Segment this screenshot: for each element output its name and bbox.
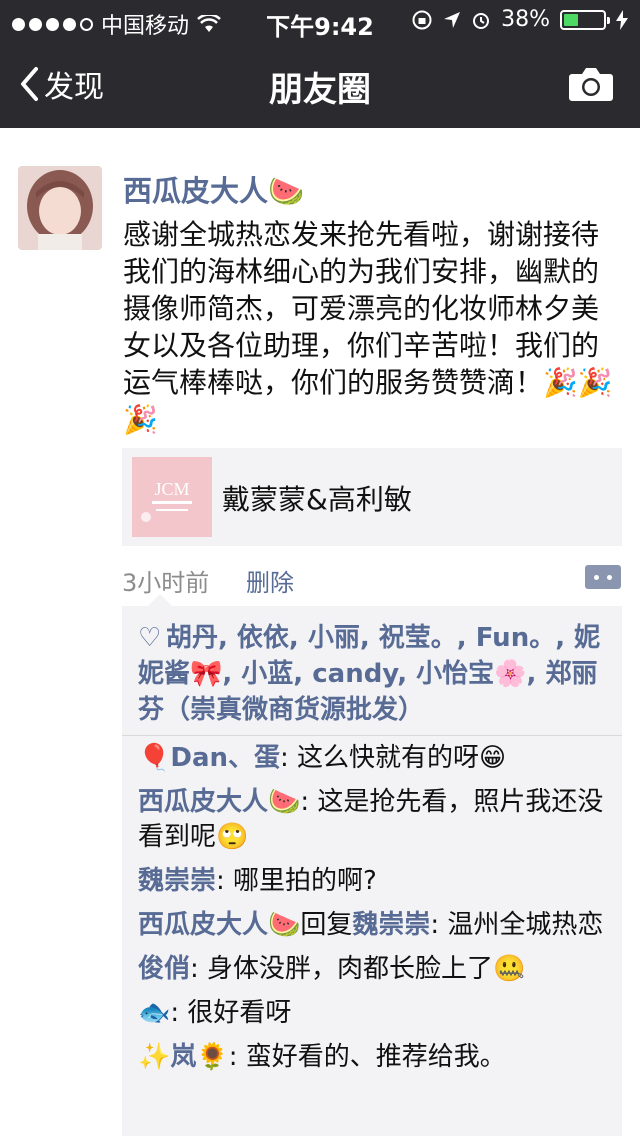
delete-button[interactable]: 删除 bbox=[246, 563, 294, 598]
post-author[interactable]: 西瓜皮大人🍉 bbox=[123, 168, 304, 210]
link-thumbnail: JCM bbox=[132, 457, 212, 537]
comment[interactable]: 🎈Dan、蛋: 这么快就有的呀😁 bbox=[138, 741, 618, 776]
likes-list: ♡ 胡丹, 依依, 小丽, 祝莹。, Fun。, 妮妮酱🎀, 小蓝, candy,… bbox=[138, 620, 622, 728]
divider bbox=[122, 735, 622, 736]
comment[interactable]: ✨岚🌻: 蛮好看的、推荐给我。 bbox=[138, 1040, 618, 1075]
battery-percent: 38% bbox=[501, 7, 550, 32]
comment-author[interactable]: 西瓜皮大人🍉 bbox=[138, 910, 300, 940]
comment-author[interactable]: ✨岚🌻 bbox=[138, 1042, 229, 1072]
comment[interactable]: 俊俏: 身体没胖，肉都长脸上了🤐 bbox=[138, 952, 618, 987]
charging-icon bbox=[616, 9, 628, 30]
comment-author[interactable]: 🎈Dan、蛋 bbox=[138, 743, 280, 773]
comment-text: : 蛮好看的、推荐给我。 bbox=[228, 1042, 506, 1072]
heart-icon: ♡ bbox=[138, 623, 162, 653]
battery-icon bbox=[560, 9, 610, 30]
interaction-panel: ♡ 胡丹, 依依, 小丽, 祝莹。, Fun。, 妮妮酱🎀, 小蓝, candy,… bbox=[122, 594, 622, 1136]
link-logo-icon: JCM bbox=[132, 457, 212, 537]
comment-text: : 这么快就有的呀😁 bbox=[280, 743, 507, 773]
reply-target[interactable]: 魏崇崇 bbox=[352, 910, 430, 940]
comment-author[interactable]: 俊俏 bbox=[138, 954, 190, 984]
likes-names[interactable]: 胡丹, 依依, 小丽, 祝莹。, Fun。, 妮妮酱🎀, 小蓝, candy, … bbox=[138, 623, 600, 725]
post-content: 感谢全城热恋发来抢先看啦，谢谢接待我们的海林细心的为我们安排，幽默的摄像师简杰，… bbox=[123, 218, 613, 436]
comment[interactable]: 西瓜皮大人🍉回复魏崇崇: 温州全城热恋 bbox=[138, 908, 618, 943]
reply-label: 回复 bbox=[300, 910, 353, 940]
comment-author[interactable]: 🐟 bbox=[138, 998, 170, 1028]
comments-list: 🎈Dan、蛋: 这么快就有的呀😁 西瓜皮大人🍉: 这是抢先看，照片我还没看到呢🙄… bbox=[138, 741, 618, 1084]
comment[interactable]: 🐟: 很好看呀 bbox=[138, 996, 618, 1031]
navigation-bar: 发现 朋友圈 bbox=[0, 40, 640, 128]
comment-author[interactable]: 魏崇崇 bbox=[138, 866, 216, 896]
avatar[interactable] bbox=[18, 166, 102, 250]
svg-text:JCM: JCM bbox=[154, 479, 189, 499]
rotation-lock-icon bbox=[412, 10, 432, 29]
camera-icon[interactable] bbox=[568, 66, 614, 102]
page-title: 朋友圈 bbox=[269, 70, 371, 110]
link-card[interactable]: JCM 戴蒙蒙&高利敏 bbox=[122, 448, 622, 546]
comment[interactable]: 西瓜皮大人🍉: 这是抢先看，照片我还没看到呢🙄 bbox=[138, 785, 618, 855]
comment-text: : 温州全城热恋 bbox=[430, 910, 604, 940]
comment-text: : 哪里拍的啊? bbox=[216, 866, 377, 896]
link-title: 戴蒙蒙&高利敏 bbox=[222, 483, 412, 516]
comment-text: : 很好看呀 bbox=[170, 998, 292, 1028]
alarm-icon bbox=[473, 12, 490, 29]
more-options-icon[interactable] bbox=[585, 565, 621, 589]
top-bar: 中国移动 下午9:42 38% 发现 朋友圈 bbox=[0, 0, 640, 128]
comment-author[interactable]: 西瓜皮大人🍉 bbox=[138, 787, 300, 817]
comment-text: : 身体没胖，肉都长脸上了🤐 bbox=[190, 954, 526, 984]
location-icon bbox=[444, 11, 461, 28]
comment[interactable]: 魏崇崇: 哪里拍的啊? bbox=[138, 864, 618, 899]
status-bar: 中国移动 下午9:42 38% bbox=[0, 0, 640, 41]
post-time: 3小时前 bbox=[122, 569, 210, 597]
